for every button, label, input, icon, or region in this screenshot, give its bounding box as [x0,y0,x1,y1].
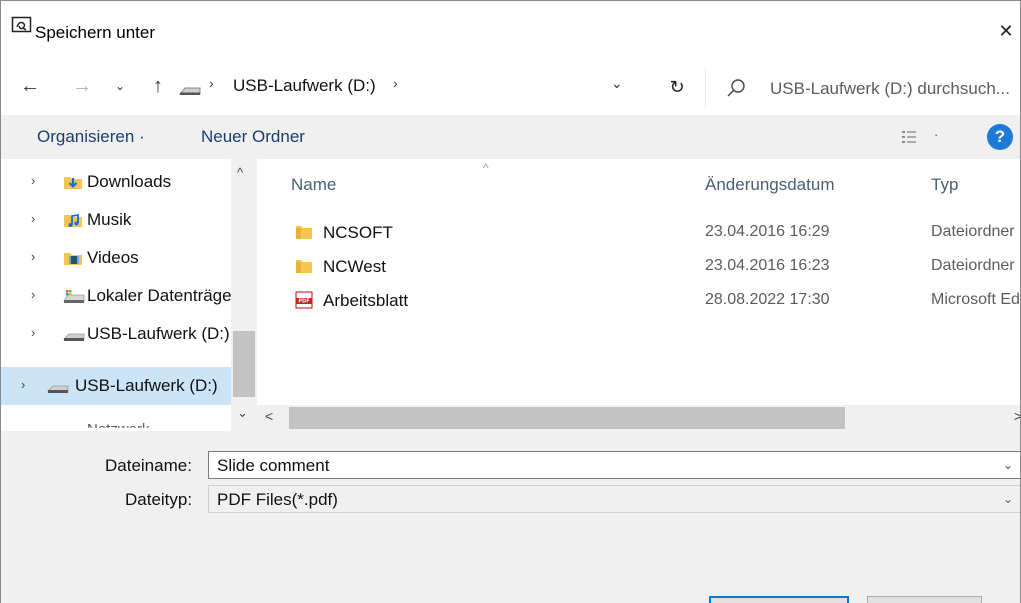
back-button[interactable]: ← [15,71,45,101]
navigation-pane: › Downloads › Musik › Videos › Lokaler D… [1,159,257,431]
sidebar-item-label: Videos [87,248,139,267]
file-name: NCWest [323,257,386,276]
usb-drive-icon [178,83,201,95]
scrollbar-thumb[interactable] [289,407,845,429]
command-toolbar: Organisieren · Neuer Ordner · ? [1,115,1020,159]
expand-chevron-icon[interactable]: › [31,249,35,264]
sidebar-item-downloads[interactable]: › Downloads [1,163,237,201]
save-button[interactable] [709,596,849,603]
sidebar-item-label: Lokaler Datenträger [87,286,231,305]
close-button[interactable]: ✕ [992,19,1020,43]
scroll-down-arrow-icon[interactable]: ⌄ [237,405,248,421]
videos-folder-icon [63,250,83,266]
column-header-name[interactable]: Name [291,175,336,195]
view-dropdown-button[interactable]: · [934,127,938,142]
file-date: 28.08.2022 17:30 [705,291,830,308]
file-row[interactable]: NCWest 23.04.2016 16:23 Dateiordner [257,249,1020,283]
sidebar-item-label: Musik [87,210,132,229]
scroll-right-arrow-icon[interactable]: > [1014,408,1020,424]
expand-chevron-icon[interactable]: › [21,377,25,392]
filetype-value: PDF Files(*.pdf) [217,490,338,509]
column-header-type[interactable]: Typ [931,175,958,195]
save-as-dialog: Speichern unter ✕ ← → ⌄ ↑ › USB-Laufwerk… [0,0,1021,603]
recent-locations-button[interactable]: ⌄ [105,71,135,101]
sidebar-item-label: USB-Laufwerk (D:) [75,376,218,395]
file-date: 23.04.2016 16:23 [705,257,830,274]
address-dropdown-icon[interactable]: ⌄ [611,75,623,92]
music-folder-icon [63,212,83,228]
filetype-label: Dateityp: [125,490,193,509]
search-placeholder: USB-Laufwerk (D:) durchsuch... [770,79,1010,98]
expand-chevron-icon[interactable]: › [31,325,35,340]
filename-field[interactable]: Slide comment ⌄ [208,451,1020,479]
up-button[interactable]: ↑ [143,71,173,101]
usb-drive-icon [63,326,85,342]
dialog-app-icon [11,15,33,35]
filename-label: Dateiname: [105,456,192,475]
usb-drive-icon [47,378,69,394]
chevron-down-icon[interactable]: ⌄ [1003,458,1013,472]
downloads-folder-icon [63,174,83,190]
sidebar-item-network[interactable]: Netzwerk [87,421,150,428]
file-row[interactable]: PDF Arbeitsblatt 28.08.2022 17:30 Micros… [257,283,1020,317]
file-list-horizontal-scrollbar[interactable]: < > [257,405,1020,431]
help-button[interactable]: ? [987,124,1013,150]
forward-button[interactable]: → [67,71,97,101]
column-header-date[interactable]: Änderungsdatum [705,175,834,195]
file-list: ^ Name Änderungsdatum Typ NCSOFT 23.04.2… [257,159,1020,431]
file-row[interactable]: NCSOFT 23.04.2016 16:29 Dateiordner [257,215,1020,249]
local-disk-icon [63,288,85,304]
breadcrumb-separator[interactable]: › [209,75,214,91]
sidebar-item-label: USB-Laufwerk (D:) [87,324,230,343]
organize-button[interactable]: Organisieren · [37,127,145,147]
title-bar: Speichern unter ✕ [1,1,1020,53]
breadcrumb-current[interactable]: USB-Laufwerk (D:) [233,76,376,96]
filename-value: Slide comment [217,456,330,475]
navigation-bar: ← → ⌄ ↑ › USB-Laufwerk (D:) › ⌄ ↻ USB-La… [1,61,1020,109]
file-type: Dateiordner [931,223,1015,240]
view-options-icon[interactable] [901,129,917,145]
save-form: Dateiname: Slide comment ⌄ Dateityp: PDF… [1,431,1020,603]
sidebar-item-videos[interactable]: › Videos [1,239,237,277]
file-name: NCSOFT [323,223,393,242]
sidebar-item-local-disk[interactable]: › Lokaler Datenträger [1,277,237,315]
expand-chevron-icon[interactable]: › [31,287,35,302]
filetype-select[interactable]: PDF Files(*.pdf) ⌄ [208,485,1020,513]
scroll-left-arrow-icon[interactable]: < [265,408,273,424]
refresh-button[interactable]: ↻ [665,77,689,98]
search-icon [726,78,746,98]
sort-ascending-icon: ^ [483,161,489,175]
file-type: Dateiordner [931,257,1015,274]
svg-text:PDF: PDF [298,299,309,305]
sidebar-item-label: Downloads [87,172,172,191]
cancel-button[interactable] [867,596,982,603]
address-bar[interactable]: › USB-Laufwerk (D:) › ⌄ [175,69,651,105]
expand-chevron-icon[interactable]: › [31,211,35,226]
navigation-pane-scrollbar[interactable]: ^ ⌄ [231,159,257,431]
scroll-up-arrow-icon[interactable]: ^ [237,165,243,180]
file-name: Arbeitsblatt [323,291,409,310]
breadcrumb-separator[interactable]: › [393,75,398,91]
file-date: 23.04.2016 16:29 [705,223,830,240]
pdf-icon: PDF [295,291,313,309]
sidebar-item-usb-drive[interactable]: › USB-Laufwerk (D:) [1,315,237,353]
chevron-down-icon[interactable]: ⌄ [1003,492,1013,506]
scrollbar-thumb[interactable] [233,331,255,397]
sidebar-item-music[interactable]: › Musik [1,201,237,239]
new-folder-button[interactable]: Neuer Ordner [201,127,305,147]
file-type: Microsoft Edge PDF Document [931,291,1020,308]
dialog-title: Speichern unter [35,23,156,42]
folder-icon [295,223,313,241]
sidebar-item-usb-drive-selected[interactable]: › USB-Laufwerk (D:) [1,367,237,405]
expand-chevron-icon[interactable]: › [31,173,35,188]
search-input[interactable]: USB-Laufwerk (D:) durchsuch... [705,69,1020,107]
folder-icon [295,257,313,275]
